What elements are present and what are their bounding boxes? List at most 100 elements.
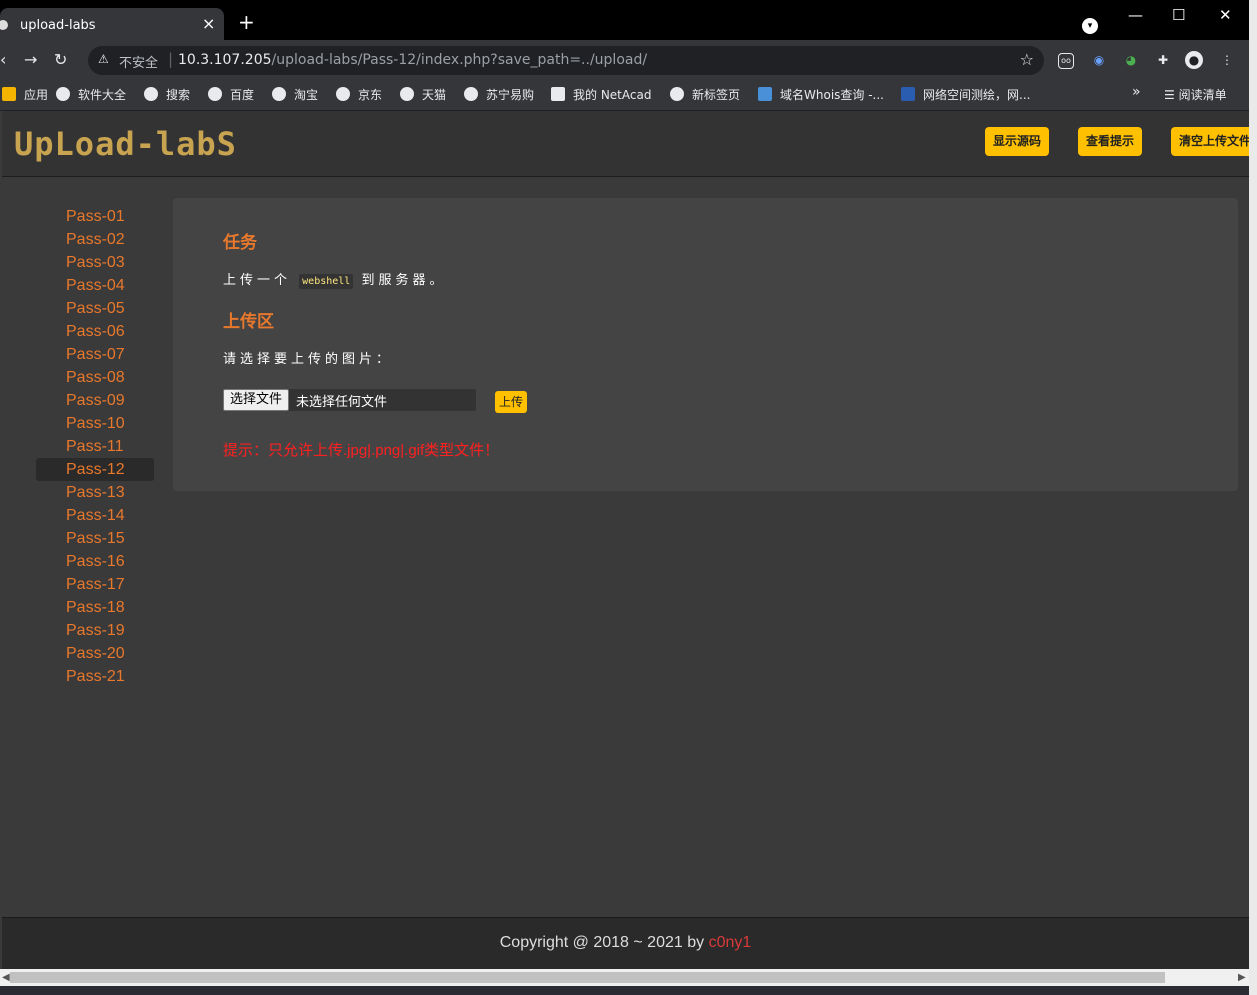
sidebar-item-pass-13[interactable]: Pass-13	[36, 481, 154, 504]
bookmark-item[interactable]: 苏宁易购	[464, 86, 534, 103]
horizontal-scrollbar[interactable]: ◀ ▶	[0, 969, 1249, 986]
sidebar-item-pass-15[interactable]: Pass-15	[36, 527, 154, 550]
site-header: UpLoad-labS 显示源码 查看提示 清空上传文件	[2, 111, 1257, 177]
tab-title: upload-labs	[20, 18, 96, 33]
globe-icon	[670, 87, 684, 101]
extension-icon[interactable]: oo	[1058, 53, 1074, 69]
bookmark-apps[interactable]: 应用	[2, 86, 48, 103]
bookmark-item[interactable]: 网络空间测绘，网...	[901, 86, 1030, 103]
sidebar-item-pass-03[interactable]: Pass-03	[36, 251, 154, 274]
tab-close-icon[interactable]: ×	[202, 14, 215, 33]
choose-file-button[interactable]: 选择文件	[223, 389, 290, 411]
scrollbar-thumb[interactable]	[10, 972, 1165, 983]
sidebar-item-pass-08[interactable]: Pass-08	[36, 366, 154, 389]
show-hint-button[interactable]: 查看提示	[1078, 127, 1143, 156]
tab-strip: upload-labs × + ▾ — ☐ ✕	[0, 0, 1249, 40]
cisco-icon	[551, 87, 565, 101]
sidebar-item-pass-12[interactable]: Pass-12	[36, 458, 154, 481]
choose-image-label: 请选择要上传的图片：	[223, 352, 394, 367]
file-status: 未选择任何文件	[296, 395, 388, 410]
bookmarks-overflow-icon[interactable]: »	[1132, 84, 1141, 100]
whois-icon	[758, 87, 772, 101]
file-input[interactable]: 选择文件 未选择任何文件	[223, 389, 476, 411]
minimize-button[interactable]: —	[1128, 6, 1143, 24]
globe-icon	[208, 87, 222, 101]
sidebar-item-pass-18[interactable]: Pass-18	[36, 596, 154, 619]
bookmark-item[interactable]: 百度	[208, 86, 254, 103]
fofa-icon	[901, 87, 915, 101]
menu-kebab-icon[interactable]: ⋮	[1218, 51, 1236, 69]
reading-list[interactable]: ☰ 阅读清单	[1164, 86, 1227, 103]
desktop-edge	[0, 986, 1249, 995]
sidebar-item-pass-02[interactable]: Pass-02	[36, 228, 154, 251]
sidebar-item-pass-16[interactable]: Pass-16	[36, 550, 154, 573]
webshell-code: webshell	[299, 274, 354, 289]
sidebar-item-pass-07[interactable]: Pass-07	[36, 343, 154, 366]
url-path: /upload-labs/Pass-12/index.php?save_path…	[271, 52, 648, 68]
sidebar-item-pass-05[interactable]: Pass-05	[36, 297, 154, 320]
maximize-button[interactable]: ☐	[1172, 6, 1185, 24]
page-content: UpLoad-labS 显示源码 查看提示 清空上传文件 Pass-01 Pas…	[2, 111, 1257, 970]
apps-grid-icon	[2, 87, 16, 101]
author-link[interactable]: c0ny1	[709, 934, 752, 951]
reload-icon[interactable]: ↻	[54, 50, 67, 69]
bookmark-item[interactable]: 我的 NetAcad	[551, 86, 651, 103]
site-logo[interactable]: UpLoad-labS	[14, 125, 237, 163]
sidebar-item-pass-10[interactable]: Pass-10	[36, 412, 154, 435]
url-host: 10.3.107.205	[178, 52, 272, 68]
show-source-button[interactable]: 显示源码	[985, 127, 1050, 156]
task-panel: 任务 上传一个 webshell 到服务器。 上传区 请选择要上传的图片： 选择…	[173, 198, 1238, 491]
bookmark-item[interactable]: 软件大全	[56, 86, 126, 103]
reading-list-icon: ☰	[1164, 88, 1179, 102]
task-description: 上传一个 webshell 到服务器。	[223, 273, 447, 289]
sidebar-item-pass-14[interactable]: Pass-14	[36, 504, 154, 527]
bookmark-item[interactable]: 淘宝	[272, 86, 318, 103]
clear-uploads-button[interactable]: 清空上传文件	[1171, 127, 1257, 156]
sidebar-item-pass-06[interactable]: Pass-06	[36, 320, 154, 343]
task-heading: 任务	[223, 233, 257, 253]
tab-search-icon[interactable]: ▾	[1082, 18, 1098, 34]
hint-message: 提示：只允许上传.jpg|.png|.gif类型文件！	[223, 442, 500, 459]
separator: |	[168, 50, 174, 68]
bookmark-item[interactable]: 京东	[336, 86, 382, 103]
chrome-extension-icon[interactable]: ◉	[1090, 51, 1108, 69]
site-footer: Copyright @ 2018 ~ 2021 by c0ny1	[2, 917, 1249, 970]
sidebar-item-pass-20[interactable]: Pass-20	[36, 642, 154, 665]
bookmark-star-icon[interactable]: ☆	[1020, 50, 1034, 69]
sidebar-item-pass-09[interactable]: Pass-09	[36, 389, 154, 412]
new-tab-button[interactable]: +	[238, 12, 255, 32]
bookmark-item[interactable]: 域名Whois查询 -...	[758, 86, 884, 103]
url-text[interactable]: 10.3.107.205/upload-labs/Pass-12/index.p…	[178, 52, 647, 68]
sidebar-item-pass-04[interactable]: Pass-04	[36, 274, 154, 297]
globe-icon	[56, 87, 70, 101]
sidebar-item-pass-21[interactable]: Pass-21	[36, 665, 154, 688]
address-bar[interactable]: ⚠ 不安全 | 10.3.107.205/upload-labs/Pass-12…	[88, 46, 1044, 75]
upload-heading: 上传区	[223, 312, 274, 332]
green-extension-icon[interactable]: ◕	[1122, 51, 1140, 69]
scroll-right-icon[interactable]: ▶	[1238, 969, 1246, 986]
upload-button[interactable]: 上传	[495, 391, 528, 413]
sidebar-item-pass-17[interactable]: Pass-17	[36, 573, 154, 596]
globe-icon	[336, 87, 350, 101]
sidebar-item-pass-11[interactable]: Pass-11	[36, 435, 154, 458]
bookmarks-bar: 应用 软件大全 搜索 百度 淘宝 京东 天猫 苏宁易购 我的 NetAcad 新…	[0, 80, 1249, 111]
sidebar-item-pass-19[interactable]: Pass-19	[36, 619, 154, 642]
sidebar-item-pass-01[interactable]: Pass-01	[36, 205, 154, 228]
bookmark-item[interactable]: 搜索	[144, 86, 190, 103]
bookmark-item[interactable]: 新标签页	[670, 86, 740, 103]
globe-icon	[272, 87, 286, 101]
globe-icon	[464, 87, 478, 101]
browser-tab[interactable]: upload-labs ×	[0, 8, 224, 40]
background-window-edge	[1249, 0, 1257, 995]
bookmark-item[interactable]: 天猫	[400, 86, 446, 103]
globe-icon	[144, 87, 158, 101]
forward-icon[interactable]: →	[24, 50, 37, 69]
warning-icon: ⚠	[98, 52, 109, 66]
puzzle-extensions-icon[interactable]: ✚	[1154, 51, 1172, 69]
insecure-label[interactable]: 不安全	[119, 52, 158, 71]
copyright-text: Copyright @ 2018 ~ 2021 by c0ny1	[499, 934, 752, 951]
back-icon[interactable]: ‹	[0, 50, 6, 69]
close-window-button[interactable]: ✕	[1219, 6, 1232, 24]
profile-avatar-icon[interactable]: ●	[1185, 51, 1203, 69]
scroll-left-icon[interactable]: ◀	[2, 969, 10, 986]
